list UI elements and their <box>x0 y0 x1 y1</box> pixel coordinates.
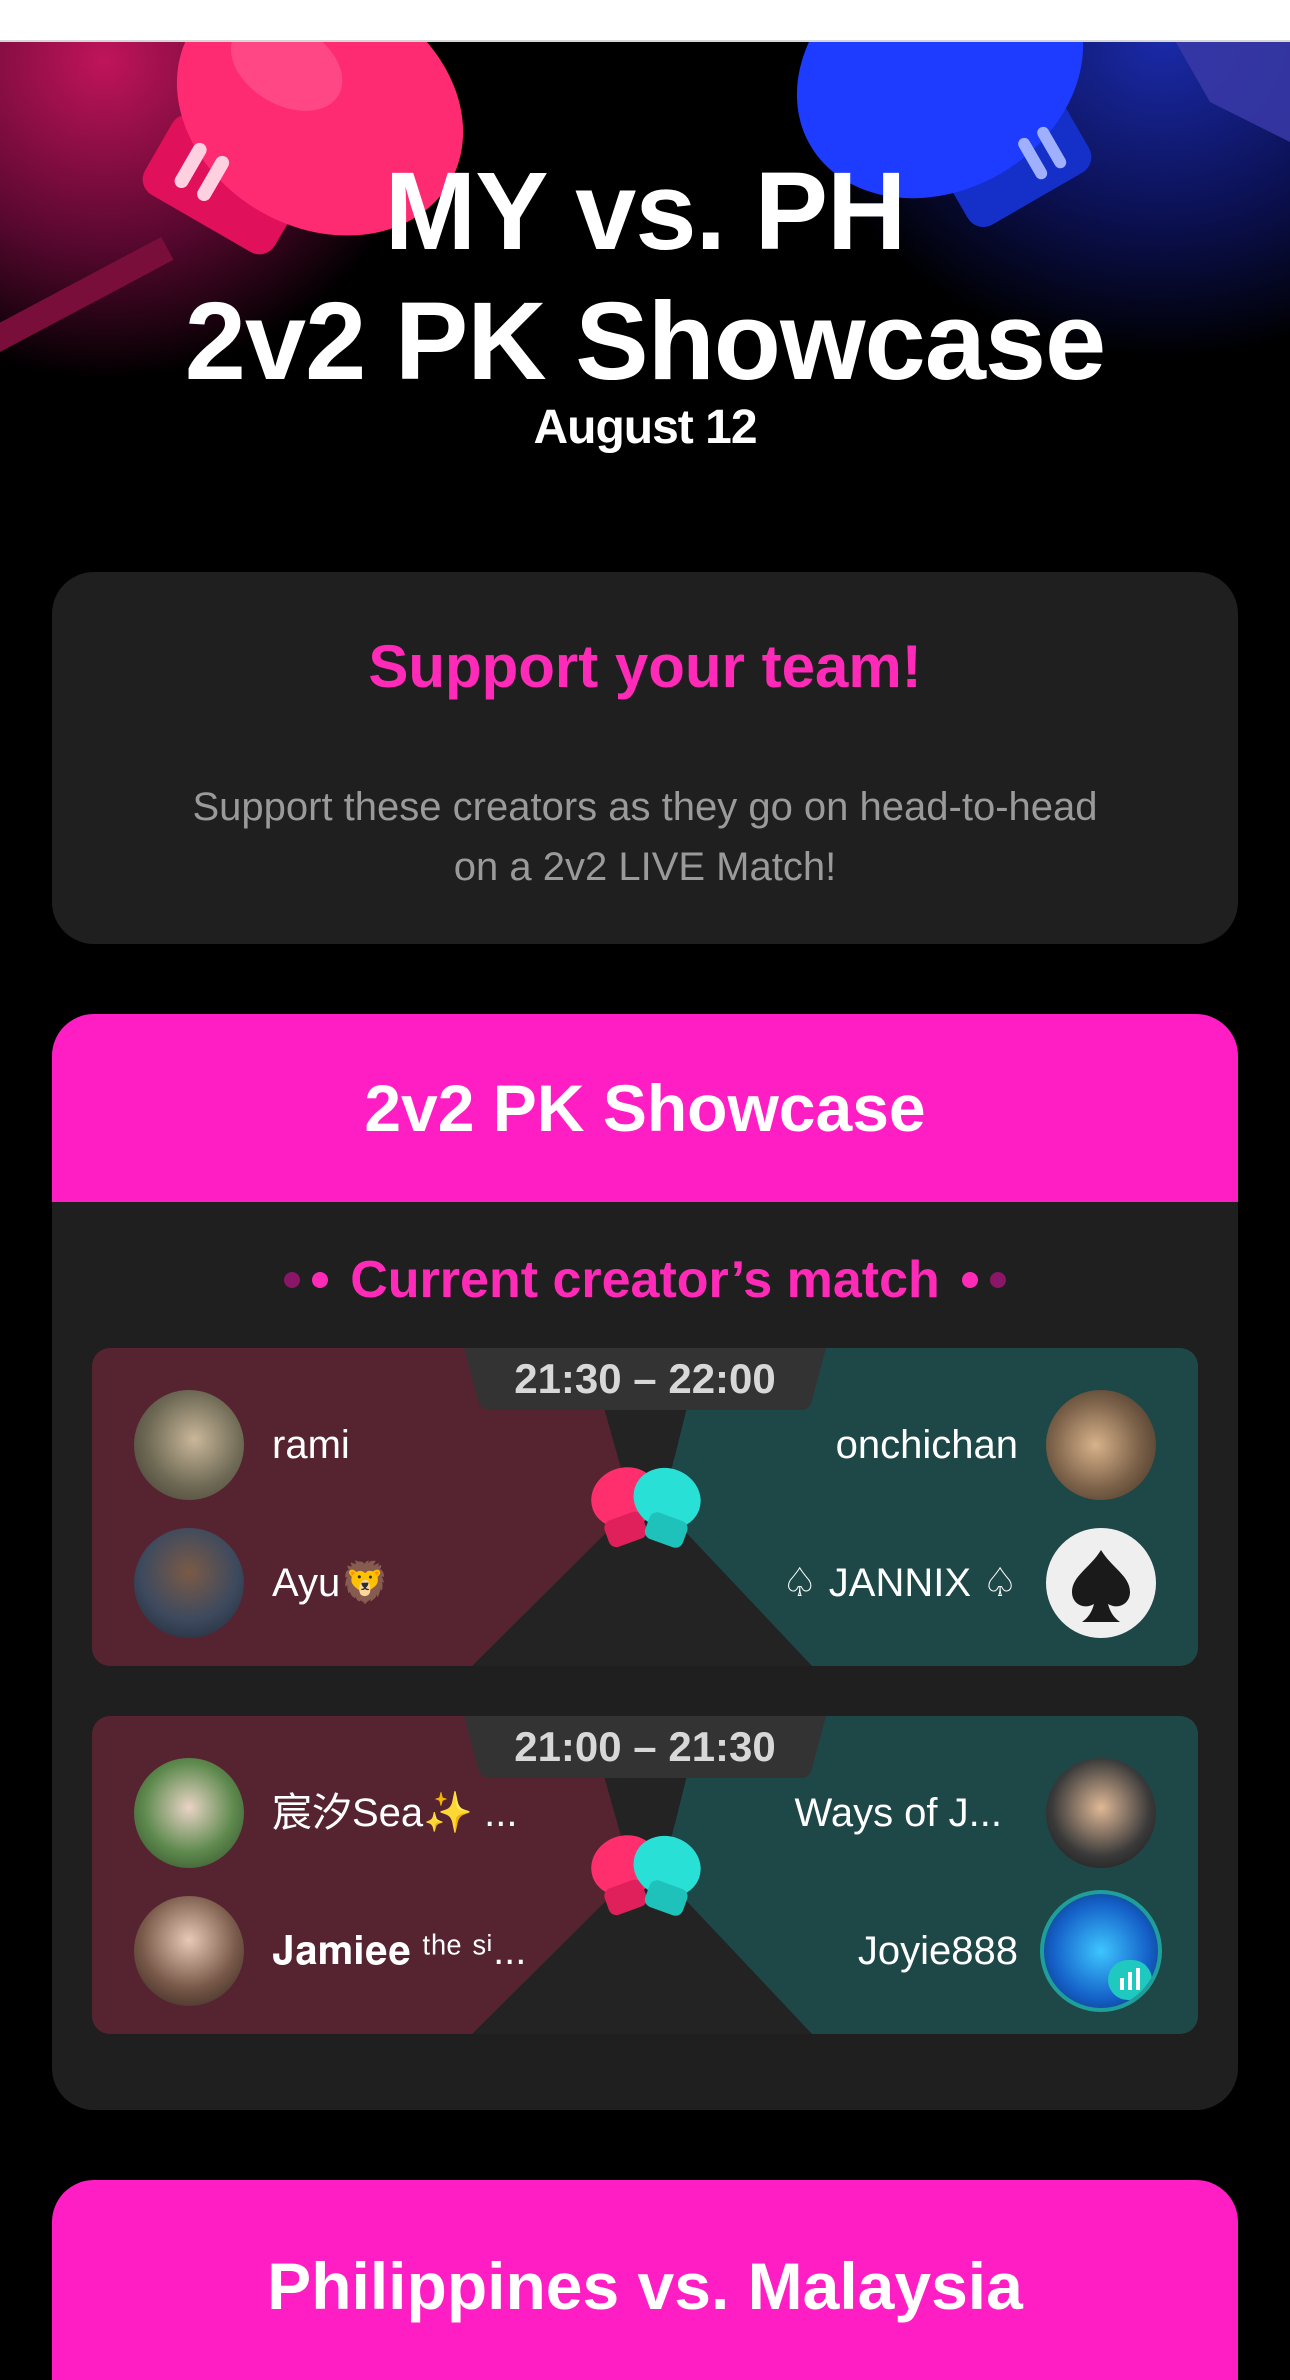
support-title: Support your team! <box>368 633 922 700</box>
creator-name[interactable]: 𝐉𝐚𝐦𝐢𝐞𝐞 ᵗʰᵉ ˢⁱ... <box>272 1926 526 1976</box>
hero-title-line1: MY vs. PH <box>384 150 907 273</box>
top-status-bar <box>0 0 1290 42</box>
vs-gloves-icon <box>591 1467 701 1548</box>
avatar[interactable] <box>1046 1528 1156 1638</box>
creator-name[interactable]: ♤ JANNIX ♤ <box>782 1558 1018 1608</box>
live-indicator-icon <box>1108 1960 1152 2000</box>
current-match-text: Current creator’s match <box>350 1251 940 1309</box>
live-avatar[interactable] <box>1040 1890 1162 2012</box>
avatar[interactable] <box>1046 1758 1156 1868</box>
current-match-label: Current creator’s match <box>52 1250 1238 1310</box>
avatar[interactable] <box>1046 1390 1156 1500</box>
avatar[interactable] <box>134 1758 244 1868</box>
dots-right-icon <box>961 1272 1006 1288</box>
vs-gloves-icon <box>591 1835 701 1916</box>
support-card: Support your team! Support these creator… <box>52 572 1238 944</box>
hero-title-line2: 2v2 PK Showcase <box>184 280 1106 403</box>
showcase-card: 2v2 PK Showcase Current creator’s match … <box>52 1014 1238 2110</box>
hero-banner: MY vs. PH 2v2 PK Showcase August 12 <box>0 42 1290 522</box>
match-time: 21:00 – 21:30 <box>514 1723 776 1770</box>
avatar[interactable] <box>134 1390 244 1500</box>
philippines-vs-malaysia-card: Philippines vs. Malaysia <box>52 2180 1238 2380</box>
avatar[interactable] <box>134 1896 244 2006</box>
creator-name[interactable]: rami <box>272 1420 350 1470</box>
creator-name[interactable]: Ayu🦁 <box>272 1558 390 1608</box>
showcase-header: 2v2 PK Showcase <box>52 1014 1238 1202</box>
spade-logo-icon <box>1072 1550 1130 1622</box>
hero-date: August 12 <box>533 401 757 454</box>
support-description: Support these creators as they go on hea… <box>192 785 1098 889</box>
creator-name[interactable]: Ways of J... <box>795 1788 1002 1838</box>
creator-name[interactable]: 宸汐Sea✨ ... <box>272 1788 517 1838</box>
creator-name[interactable]: Joyie888 <box>858 1926 1018 1976</box>
match-card[interactable]: 21:00 – 21:30 宸汐Sea✨ ... 𝐉𝐚𝐦𝐢𝐞𝐞 ᵗʰᵉ ˢⁱ..… <box>92 1716 1198 2034</box>
match-card[interactable]: 21:30 – 22:00 rami Ayu🦁 onchichan ♤ JANN… <box>92 1348 1198 1666</box>
avatar[interactable] <box>134 1528 244 1638</box>
match-time: 21:30 – 22:00 <box>514 1355 776 1402</box>
dots-left-icon <box>284 1272 329 1288</box>
creator-name[interactable]: onchichan <box>836 1420 1018 1470</box>
bottom-card-title: Philippines vs. Malaysia <box>267 2249 1023 2323</box>
